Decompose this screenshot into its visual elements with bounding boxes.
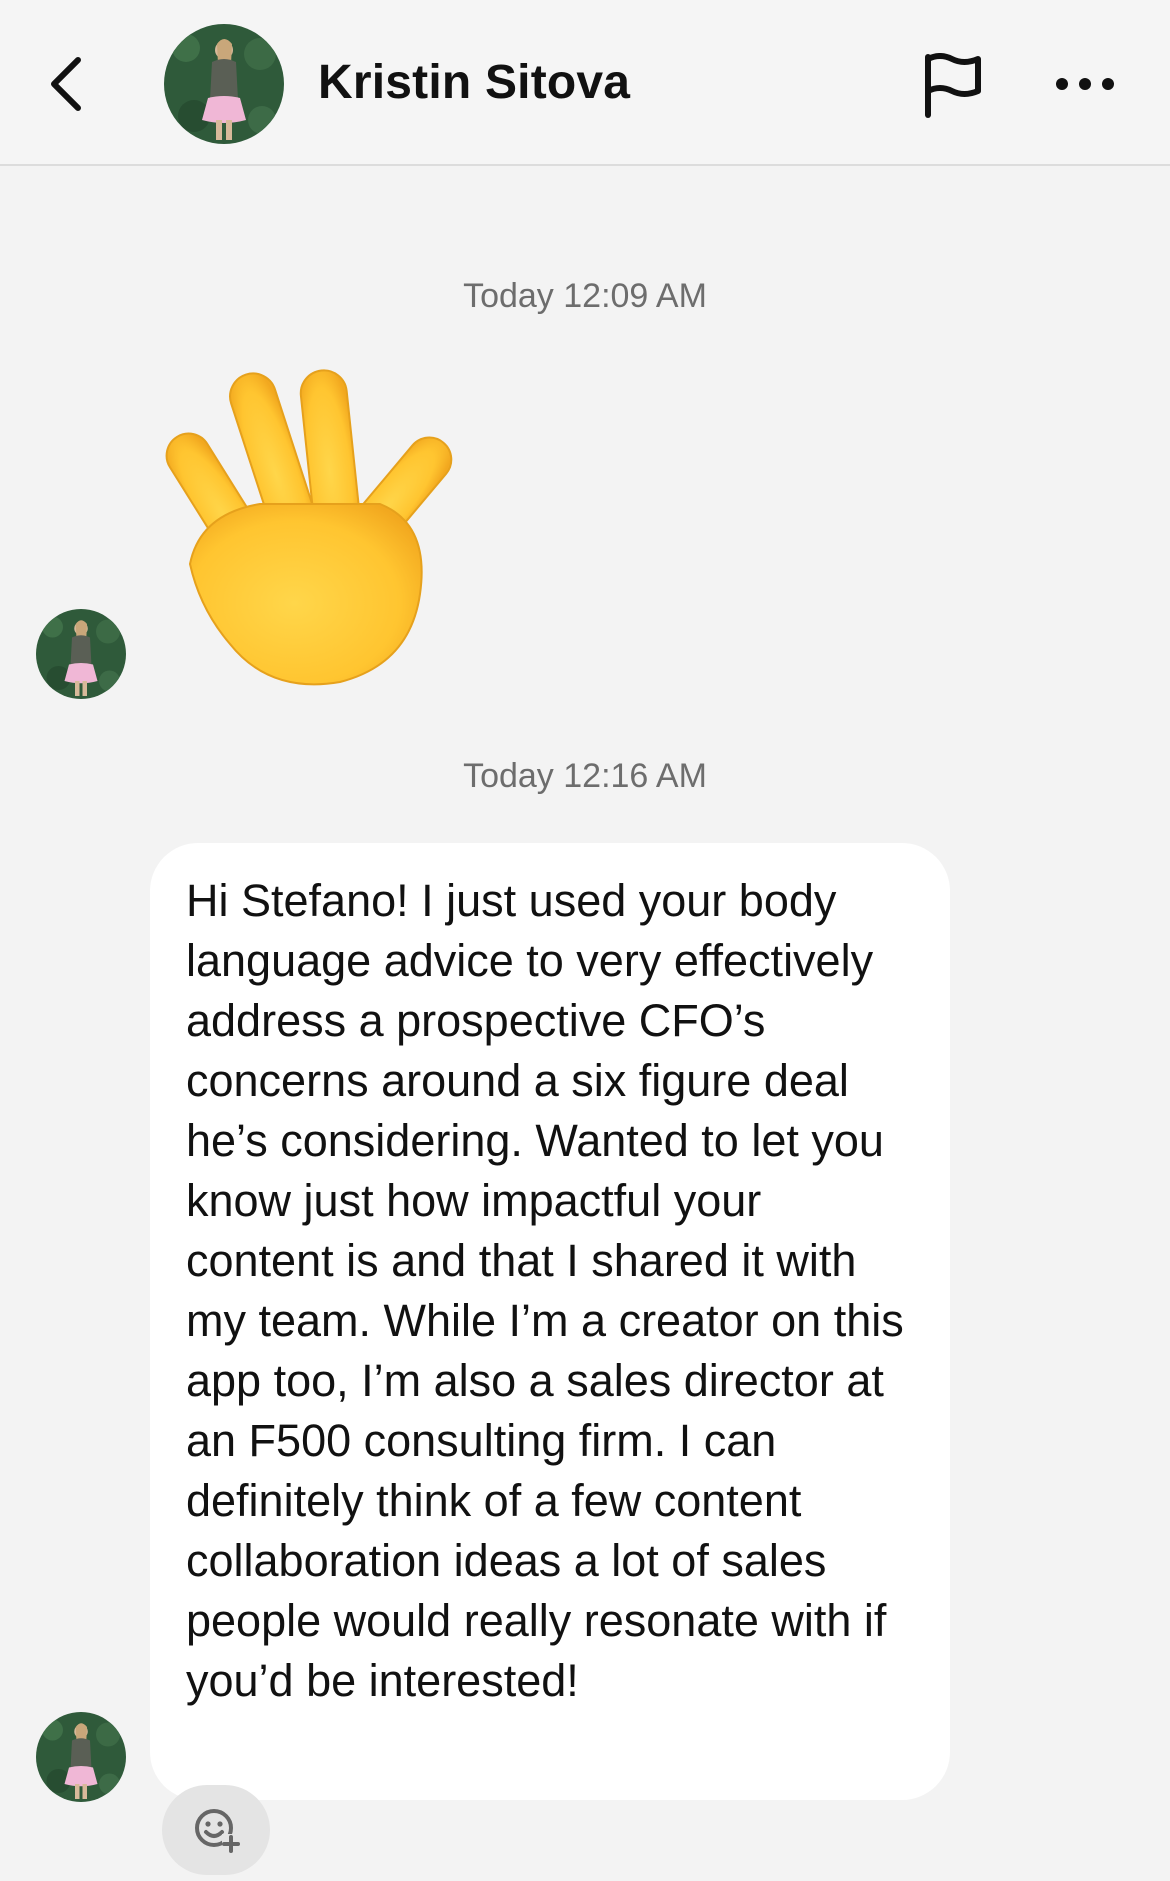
flag-icon	[925, 53, 981, 118]
avatar-photo	[36, 609, 126, 699]
message-timestamp: Today 12:09 AM	[463, 277, 707, 315]
sender-avatar[interactable]	[36, 1712, 126, 1802]
message-bubble[interactable]: Hi Stefano! I just used your body langua…	[150, 843, 950, 1800]
back-button[interactable]	[36, 44, 96, 124]
more-horizontal-icon	[1056, 78, 1114, 90]
more-options-button[interactable]	[1050, 60, 1120, 108]
report-button[interactable]	[918, 50, 988, 122]
contact-avatar[interactable]	[164, 24, 284, 144]
contact-name[interactable]: Kristin Sitova	[318, 50, 630, 116]
avatar-photo	[36, 1712, 126, 1802]
add-reaction-icon	[195, 1809, 240, 1853]
message-timestamp: Today 12:16 AM	[463, 757, 707, 795]
chevron-left-icon	[51, 57, 81, 111]
add-reaction-button[interactable]	[162, 1785, 270, 1875]
avatar-photo	[164, 24, 284, 144]
waving-hand-emoji[interactable]	[160, 364, 480, 694]
message-text: Hi Stefano! I just used your body langua…	[186, 875, 904, 1706]
chat-header: Kristin Sitova	[0, 0, 1170, 166]
sender-avatar[interactable]	[36, 609, 126, 699]
